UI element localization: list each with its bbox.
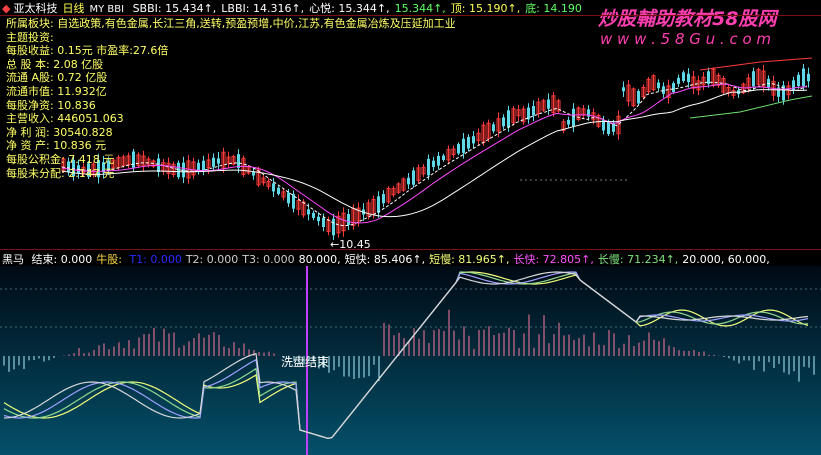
candle-body-down: [312, 212, 315, 218]
candle-body-down: [472, 136, 475, 144]
indicator-item-9: 长慢: 71.234↑,: [597, 253, 679, 266]
candle-body-down: [277, 187, 280, 195]
channel-line-high: [699, 57, 813, 71]
indicator-item-8: 长快: 72.805↑,: [513, 253, 594, 266]
wash-end-label: 洗盘结束: [281, 355, 330, 369]
indicator-item-5: 80.000,: [298, 253, 341, 266]
candle-body-down: [682, 72, 685, 81]
candle-body-down: [382, 194, 385, 204]
indicator-bar: 黑马 结束: 0.000 牛股: T1: 0.000 T2: 0.000 T3: 0.…: [2, 251, 778, 266]
candle-body-down: [322, 217, 325, 228]
candle-body-down: [567, 119, 570, 125]
oscillator-background: [0, 266, 821, 455]
candle-body-down: [612, 123, 615, 132]
candle-body-down: [467, 137, 470, 149]
low-price-label: ←10.45: [330, 238, 371, 251]
stock-chart-window: ◆ 亚太科技 日线 MY BBI SBBI: 15.434↑, LBBI: 14.316…: [0, 0, 821, 455]
candle-body-down: [797, 74, 800, 87]
info-line: 每股净资: 10.836: [6, 98, 96, 112]
info-line: 所属板块: 自选政策,有色金属,长江三角,送转,预盈预增,中价,江苏,有色金属冶…: [6, 17, 456, 30]
stock-info-panel: 所属板块: 自选政策,有色金属,长江三角,送转,预盈预增,中价,江苏,有色金属冶…: [6, 17, 456, 180]
info-line: 每股未分配: 2.147 元: [6, 166, 115, 180]
candle-body-down: [622, 87, 625, 92]
candle-body-down: [377, 196, 380, 213]
candle-body-down: [332, 218, 335, 236]
info-line: 净 利 润: 30540.828: [6, 125, 113, 139]
candle-body-down: [637, 90, 640, 104]
candle-body-down: [532, 106, 535, 116]
info-line: 净 资 产: 10.836 元: [6, 139, 107, 153]
candle-body-down: [507, 110, 510, 128]
candle-body-down: [272, 183, 275, 192]
candle-body-down: [347, 214, 350, 225]
candle-body-down: [672, 83, 675, 93]
indicator-item-10: 20.000, 60.000,: [682, 253, 770, 266]
candle-body-down: [662, 86, 665, 94]
indicator-item-4: T3: 0.000: [242, 253, 295, 266]
indicator-item-0: 结束: 0.000: [31, 253, 93, 266]
candle-body-down: [527, 107, 530, 120]
candle-body-down: [547, 99, 550, 109]
info-line: 流通市值: 11.932亿: [6, 84, 107, 98]
candle-body-down: [572, 108, 575, 127]
indicator-item-7: 短慢: 81.965↑,: [429, 253, 510, 266]
candle-body-down: [802, 68, 805, 87]
candle-body-down: [317, 216, 320, 222]
indicator-item-2: T1: 0.000: [129, 253, 182, 266]
candle-body-down: [457, 144, 460, 154]
candle-body-down: [657, 82, 660, 89]
candle-body-down: [307, 209, 310, 215]
indicator-item-1: 牛股:: [96, 253, 126, 266]
info-line: 每股公积金: 7.418 元: [6, 152, 115, 166]
indicator-title[interactable]: 黑马: [2, 253, 24, 266]
candle-body-down: [607, 121, 610, 135]
channel-line-low: [689, 95, 813, 119]
indicator-item-3: T2: 0.000: [185, 253, 239, 266]
candle-body-down: [807, 73, 810, 82]
info-line: 每股收益: 0.15元 市盈率:27.6倍: [6, 44, 169, 58]
info-line: 总 股 本: 2.08 亿股: [6, 57, 104, 71]
candle-body-down: [792, 80, 795, 91]
candle-body-down: [502, 117, 505, 127]
candle-body-down: [687, 73, 690, 83]
candle-body-down: [462, 138, 465, 153]
candle-body-down: [677, 77, 680, 84]
candle-body-down: [752, 71, 755, 87]
candle-body-down: [287, 192, 290, 204]
info-line: 流通 A股: 0.72 亿股: [6, 71, 108, 85]
candle-body-down: [492, 124, 495, 132]
info-line: 主题投资:: [6, 30, 54, 44]
info-line: 主营收入: 446051.063: [6, 112, 124, 126]
indicator-item-6: 短快: 85.406↑,: [344, 253, 426, 266]
